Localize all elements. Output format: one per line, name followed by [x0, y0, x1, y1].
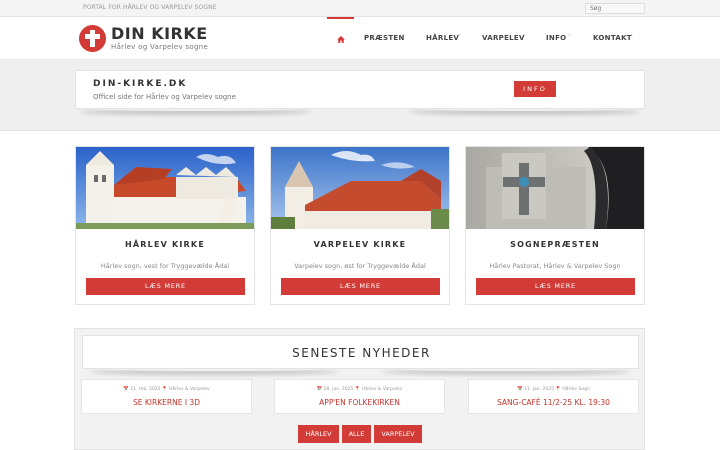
card-description: Hårlev sogn, vest for Tryggevælde Ådal	[100, 262, 230, 270]
read-more-button[interactable]: LÆS MERE	[281, 278, 440, 295]
news-headline[interactable]: APP'EN FOLKEKIRKEN	[275, 398, 444, 407]
shadow-decoration	[80, 105, 310, 111]
nav-item-label: KONTAKT	[593, 34, 632, 42]
news-title: SENESTE NYHEDER	[292, 346, 431, 360]
card-title: HÅRLEV KIRKE	[125, 240, 205, 249]
news-meta: 📅 11. jan. 2025 📍 Hårlev Sogn	[517, 387, 590, 392]
chevron-down-icon: ˅	[402, 34, 406, 41]
chevron-down-icon: ˅	[523, 34, 527, 41]
search-input[interactable]	[585, 3, 645, 14]
news-item[interactable]: 📅 11. jan. 2025 📍 Hårlev Sogn SANG-CAFÉ …	[468, 379, 639, 414]
news-section: SENESTE NYHEDER 📅 21. feb. 2025 📍 Hårlev…	[74, 328, 645, 450]
card-varpelev-kirke: VARPELEV KIRKE Varpelev sogn, øst for Tr…	[270, 146, 450, 305]
card-description: Hårlev Pastorat, Hårlev & Varpelev Sogn	[489, 262, 621, 270]
site-header: DIN KIRKE Hårlev og Varpelev sogne PRÆST…	[0, 17, 720, 60]
filter-button-harlev[interactable]: HÅRLEV	[298, 425, 339, 443]
news-item[interactable]: 📅 28. jan. 2025 📍 Hårlev & Varpelev APP'…	[274, 379, 445, 414]
filter-button-alle[interactable]: ALLE	[342, 425, 371, 443]
banner-subtitle: Officel side for Hårlev og Varpelev sogn…	[93, 93, 236, 101]
card-title: VARPELEV KIRKE	[313, 240, 407, 249]
news-header: SENESTE NYHEDER	[82, 335, 639, 369]
news-meta: 📅 28. jan. 2025 📍 Hårlev & Varpelev	[316, 387, 403, 392]
nav-item-label: HÅRLEV	[426, 34, 460, 42]
site-title[interactable]: DIN KIRKE	[111, 24, 208, 43]
banner-title: DIN-KIRKE.DK	[93, 79, 188, 89]
card-harlev-kirke: HÅRLEV KIRKE Hårlev sogn, vest for Trygg…	[75, 146, 255, 305]
info-button[interactable]: INFO	[514, 81, 556, 97]
priest-image[interactable]	[466, 147, 644, 229]
news-item[interactable]: 📅 21. feb. 2025 📍 Hårlev & Varpelev SE K…	[81, 379, 252, 414]
site-subtitle: Hårlev og Varpelev sogne	[111, 43, 209, 51]
hero-banner: DIN-KIRKE.DK Officel side for Hårlev og …	[0, 60, 720, 131]
read-more-button[interactable]: LÆS MERE	[476, 278, 635, 295]
harlev-church-image[interactable]	[76, 147, 254, 229]
card-description: Varpelev sogn, øst for Tryggevælde Ådal	[294, 262, 426, 270]
main-section: HÅRLEV KIRKE Hårlev sogn, vest for Trygg…	[0, 131, 720, 450]
card-title: SOGNEPRÆSTEN	[510, 240, 600, 249]
chevron-down-icon: ˅	[568, 34, 572, 41]
portal-tagline: PORTAL FOR HÅRLEV OG VARPELEV SOGNE	[83, 4, 217, 11]
news-headline[interactable]: SANG-CAFÉ 11/2-25 KL. 19:30	[469, 398, 638, 407]
varpelev-church-image[interactable]	[271, 147, 449, 229]
nav-item-label: INFO	[546, 34, 567, 42]
news-headline[interactable]: SE KIRKERNE I 3D	[82, 398, 251, 407]
home-icon	[337, 36, 345, 43]
chevron-down-icon: ˅	[458, 34, 462, 41]
shadow-decoration	[410, 105, 640, 111]
chevron-down-icon: ˅	[630, 34, 634, 41]
card-sognepraesten: SOGNEPRÆSTEN Hårlev Pastorat, Hårlev & V…	[465, 146, 645, 305]
nav-item-label: PRÆSTEN	[364, 34, 405, 42]
news-meta: 📅 21. feb. 2025 📍 Hårlev & Varpelev	[123, 387, 210, 392]
nav-home[interactable]	[327, 17, 354, 60]
shadow-decoration	[89, 365, 339, 371]
top-bar: PORTAL FOR HÅRLEV OG VARPELEV SOGNE	[0, 0, 720, 17]
banner-box: DIN-KIRKE.DK Officel side for Hårlev og …	[75, 70, 645, 109]
shadow-decoration	[381, 365, 631, 371]
read-more-button[interactable]: LÆS MERE	[86, 278, 245, 295]
nav-item-label: VARPELEV	[482, 34, 525, 42]
filter-button-varpelev[interactable]: VARPELEV	[374, 425, 422, 443]
cross-icon[interactable]	[79, 25, 106, 52]
